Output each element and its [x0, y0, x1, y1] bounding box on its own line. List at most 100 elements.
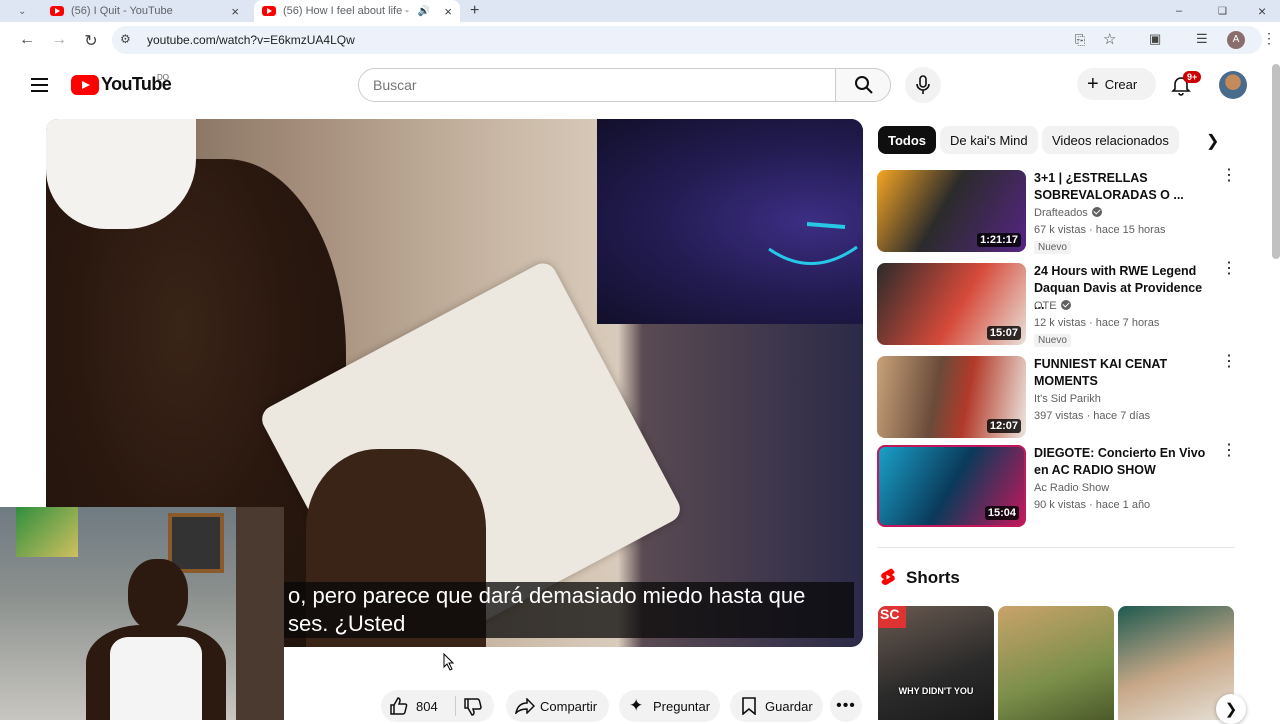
search-box: [358, 68, 836, 102]
save-label: Guardar: [765, 698, 813, 714]
reload-button[interactable]: ↻: [81, 31, 101, 51]
video-thumbnail[interactable]: 1:21:17: [877, 170, 1026, 252]
video-meta: 90 k vistas · hace 1 año: [1034, 499, 1151, 511]
arrow-right-icon: →: [51, 31, 67, 48]
plus-icon: +: [470, 2, 480, 19]
reload-icon: ↻: [84, 33, 98, 50]
video-title[interactable]: 3+1 | ¿ESTRELLAS SOBREVALORADAS O ...: [1034, 170, 1214, 204]
divider: [877, 547, 1235, 548]
more-vert-icon[interactable]: ⋮: [1221, 443, 1237, 459]
extensions-icon[interactable]: ▣: [1149, 31, 1161, 47]
create-button[interactable]: + Crear: [1077, 68, 1156, 100]
video-thumbnail[interactable]: 12:07: [877, 356, 1026, 438]
background-tv: [597, 119, 863, 324]
verified-icon: [1091, 207, 1102, 217]
channel-name[interactable]: OTE: [1034, 300, 1071, 312]
tv-glow: [768, 222, 858, 265]
video-title[interactable]: DIEGOTE: Concierto En Vivo en AC RADIO S…: [1034, 445, 1214, 479]
chevron-right-icon[interactable]: ❯: [1206, 131, 1219, 151]
more-vert-icon[interactable]: ⋮: [1221, 168, 1237, 184]
short-video[interactable]: SC WHY DIDN'T YOU: [878, 606, 994, 720]
recommended-video[interactable]: 15:04 DIEGOTE: Concierto En Vivo en AC R…: [877, 443, 1237, 527]
menu-icon[interactable]: [31, 78, 48, 92]
channel-name[interactable]: It's Sid Parikh: [1034, 393, 1101, 405]
new-badge: Nuevo: [1034, 334, 1071, 347]
country-code: DO: [157, 73, 169, 82]
video-meta: 67 k vistas · hace 15 horas: [1034, 224, 1166, 236]
browser-tab-title: (56) I Quit - YouTube: [71, 5, 173, 17]
recommended-video[interactable]: 12:07 FUNNIEST KAI CENAT MOMENTS It's Si…: [877, 354, 1237, 438]
chip-related[interactable]: Videos relacionados: [1042, 126, 1179, 154]
voice-search-button[interactable]: [905, 67, 941, 103]
close-icon: ×: [1258, 3, 1267, 19]
minimize-button[interactable]: –: [1176, 0, 1192, 22]
share-label: Compartir: [540, 698, 598, 714]
shorts-icon: [881, 568, 895, 585]
video-thumbnail[interactable]: 15:07: [877, 263, 1026, 345]
thumbs-down-icon[interactable]: [463, 698, 483, 716]
back-button[interactable]: ←: [17, 31, 37, 49]
more-vert-icon[interactable]: ⋮: [1221, 261, 1237, 277]
url-text[interactable]: youtube.com/watch?v=E6kmzUA4LQw: [147, 33, 355, 47]
bookmark-star-icon[interactable]: ☆: [1103, 30, 1116, 48]
restore-button[interactable]: ❑: [1218, 0, 1234, 22]
ask-button[interactable]: ✦ Preguntar: [619, 690, 720, 722]
profile-avatar[interactable]: A: [1227, 31, 1245, 49]
arrow-left-icon: ←: [19, 31, 35, 48]
channel-name[interactable]: Drafteados: [1034, 207, 1102, 219]
caption-line: ses. ¿Usted: [288, 611, 406, 636]
speaker-icon[interactable]: 🔊: [418, 6, 430, 17]
tab-list-button[interactable]: ⌄: [18, 0, 30, 22]
youtube-logo[interactable]: YouTube DO: [71, 73, 172, 95]
more-actions-button[interactable]: •••: [830, 690, 862, 722]
youtube-favicon-icon: [262, 6, 276, 16]
chip-channel[interactable]: De kai's Mind: [940, 126, 1038, 154]
chip-todos[interactable]: Todos: [878, 126, 937, 154]
site-info-icon[interactable]: ⚙: [120, 32, 131, 46]
recommended-video[interactable]: 1:21:17 3+1 | ¿ESTRELLAS SOBREVALORADAS …: [877, 168, 1237, 254]
webcam-overlay: [0, 507, 284, 720]
recommended-video[interactable]: 15:07 24 Hours with RWE Legend Daquan Da…: [877, 261, 1237, 347]
more-vert-icon[interactable]: ⋮: [1221, 354, 1237, 370]
forward-button[interactable]: →: [49, 31, 69, 49]
notification-badge: 9+: [1183, 71, 1202, 83]
verified-icon: [1060, 300, 1071, 310]
video-duration: 1:21:17: [977, 233, 1021, 247]
thumbs-up-icon[interactable]: [389, 697, 409, 715]
close-tab-icon[interactable]: ×: [444, 4, 452, 19]
video-thumbnail[interactable]: 15:04: [877, 445, 1026, 527]
browser-tab-1[interactable]: (56) I Quit - YouTube ×: [42, 0, 247, 22]
install-app-icon[interactable]: ⎘: [1075, 32, 1085, 48]
close-window-button[interactable]: ×: [1258, 0, 1274, 22]
save-button[interactable]: Guardar: [730, 690, 823, 722]
mouse-cursor-icon: [443, 653, 455, 671]
video-captions: o, pero parece que dará demasiado miedo …: [284, 582, 854, 638]
browser-tab-2[interactable]: (56) How I feel about life - 🔊 ×: [254, 0, 460, 22]
create-label: Crear: [1104, 76, 1138, 92]
account-avatar[interactable]: [1219, 71, 1247, 99]
like-count[interactable]: 804: [416, 699, 438, 714]
browser-tab-title: (56) How I feel about life -: [283, 5, 409, 17]
channel-name[interactable]: Ac Radio Show: [1034, 482, 1109, 494]
video-title[interactable]: FUNNIEST KAI CENAT MOMENTS: [1034, 356, 1214, 390]
new-badge: Nuevo: [1034, 241, 1071, 254]
media-controls-icon[interactable]: ☰: [1196, 31, 1208, 47]
share-button[interactable]: Compartir: [506, 690, 609, 722]
close-tab-icon[interactable]: ×: [231, 4, 239, 19]
share-icon: [515, 698, 535, 714]
search-button[interactable]: [835, 68, 891, 102]
streamer-shirt: [110, 637, 202, 720]
search-icon: [855, 76, 873, 94]
video-meta: 397 vistas · hace 7 días: [1034, 410, 1151, 422]
video-duration: 12:07: [986, 419, 1021, 433]
video-duration: 15:07: [986, 326, 1021, 340]
page-scrollbar[interactable]: [1272, 64, 1280, 259]
new-tab-button[interactable]: +: [470, 0, 490, 22]
chevron-down-icon: ⌄: [18, 5, 27, 17]
browser-menu-icon[interactable]: ⋮: [1262, 30, 1276, 47]
short-video[interactable]: [998, 606, 1114, 720]
chevron-right-icon: ❯: [1224, 701, 1238, 718]
search-input[interactable]: [359, 69, 835, 101]
bookmark-icon: [742, 697, 756, 715]
plus-icon: +: [1087, 73, 1099, 95]
